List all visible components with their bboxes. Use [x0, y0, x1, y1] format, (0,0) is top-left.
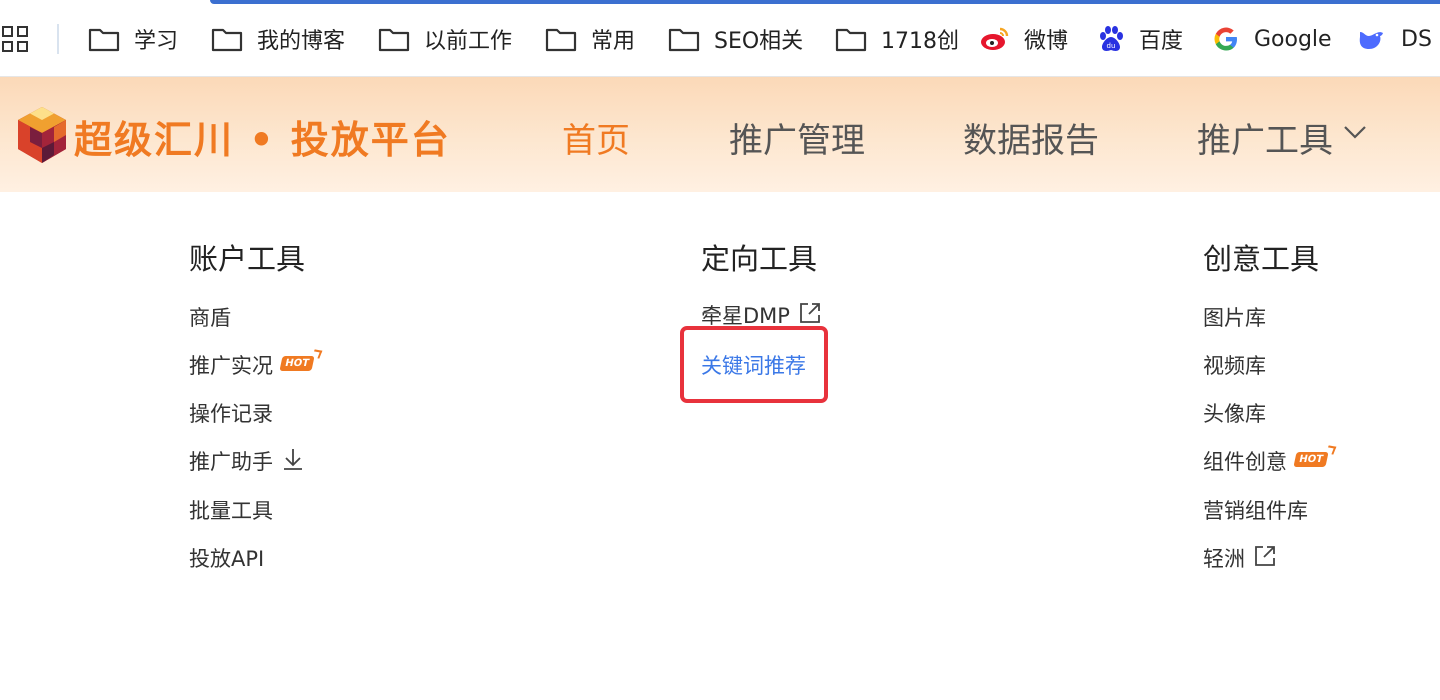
folder-icon [211, 28, 243, 52]
menu-item-label: 图片库 [1203, 306, 1266, 330]
deepseek-icon [1359, 32, 1383, 49]
bookmark-label: 学习 [134, 29, 179, 54]
menu-item-video-library[interactable]: 视频库 [1203, 350, 1266, 380]
menu-item-label: 操作记录 [189, 402, 273, 426]
bookmark-folder[interactable]: 常用 [545, 22, 635, 56]
nav-promotion-management[interactable]: 推广管理 [729, 113, 865, 162]
menu-item-operation-log[interactable]: 操作记录 [189, 398, 273, 428]
brand-title[interactable]: 超级汇川 • 投放平台 [74, 109, 451, 164]
chevron-down-icon[interactable] [1342, 124, 1368, 144]
menu-item-label: 视频库 [1203, 354, 1266, 378]
baidu-icon: du [1100, 26, 1123, 51]
bookmark-baidu[interactable]: du 百度 [1097, 22, 1183, 56]
menu-item-api[interactable]: 投放API [189, 543, 264, 573]
hot-badge: HOT [279, 355, 315, 371]
bookmark-label: 百度 [1139, 29, 1184, 54]
menu-item-component-creative[interactable]: 组件创意 HOT [1203, 446, 1329, 476]
bookmarks-separator [57, 24, 59, 54]
bookmark-folder[interactable]: 我的博客 [211, 22, 345, 56]
nav-promotion-tools[interactable]: 推广工具 [1197, 113, 1333, 162]
bookmark-folder[interactable]: 学习 [88, 22, 178, 56]
menu-item-live-promotion[interactable]: 推广实况 HOT [189, 350, 315, 380]
apps-grid-icon[interactable] [2, 26, 30, 58]
logo-icon[interactable] [14, 105, 70, 169]
folder-icon [545, 28, 577, 52]
weibo-icon [981, 27, 1009, 50]
top-header: 超级汇川 • 投放平台 首页 推广管理 数据报告 推广工具 [0, 77, 1440, 192]
folder-icon [378, 28, 410, 52]
bookmark-label: DS [1401, 26, 1432, 52]
nav-data-report[interactable]: 数据报告 [963, 113, 1099, 162]
menu-item-label: 投放API [189, 547, 265, 571]
bookmark-label: SEO相关 [714, 29, 804, 54]
menu-item-label: 推广实况 [189, 354, 273, 378]
folder-icon [88, 28, 120, 52]
bookmark-label: 微博 [1024, 29, 1069, 54]
menu-item-avatar-library[interactable]: 头像库 [1203, 398, 1266, 428]
menu-item-marketing-components[interactable]: 营销组件库 [1203, 495, 1308, 525]
bookmarks-bar: 学习 我的博客 以前工作 常用 SEO相关 1718创 微博 du 百度 Goo… [0, 0, 1440, 77]
google-icon [1214, 27, 1237, 51]
bookmark-folder[interactable]: 以前工作 [378, 22, 512, 56]
bookmark-deepseek[interactable]: DS [1357, 22, 1432, 56]
menu-item-label: 推广助手 [189, 450, 273, 474]
nav-home[interactable]: 首页 [562, 113, 630, 162]
download-icon [281, 447, 305, 476]
bookmark-google[interactable]: Google [1212, 22, 1332, 56]
menu-item-label: 头像库 [1203, 402, 1266, 426]
menu-item-label: 商盾 [189, 306, 231, 330]
menu-item-image-library[interactable]: 图片库 [1203, 302, 1266, 332]
menu-item-promotion-assistant[interactable]: 推广助手 [189, 446, 305, 476]
bookmark-label: 1718创 [881, 29, 959, 54]
active-tab-indicator [210, 0, 1440, 4]
bookmark-label: Google [1254, 26, 1332, 52]
bookmark-weibo[interactable]: 微博 [980, 22, 1068, 56]
menu-item-qingzhou[interactable]: 轻洲 [1203, 543, 1277, 573]
menu-item-batch-tools[interactable]: 批量工具 [189, 495, 273, 525]
account-tools-title: 账户工具 [189, 242, 306, 276]
bookmark-label: 我的博客 [257, 29, 346, 54]
creative-tools-title: 创意工具 [1203, 242, 1320, 276]
external-link-icon [1253, 544, 1277, 573]
menu-item-label: 营销组件库 [1203, 499, 1308, 523]
highlight-box [680, 326, 828, 403]
menu-item-label: 组件创意 [1203, 450, 1287, 474]
folder-icon [835, 28, 867, 52]
bookmark-folder[interactable]: 1718创 [835, 22, 959, 56]
folder-icon [668, 28, 700, 52]
menu-item-label: 批量工具 [189, 499, 273, 523]
hot-badge: HOT [1293, 451, 1329, 467]
menu-item-label: 轻洲 [1203, 547, 1245, 571]
bookmark-label: 常用 [591, 29, 636, 54]
svg-text:du: du [1107, 42, 1116, 50]
bookmark-folder[interactable]: SEO相关 [668, 22, 803, 56]
targeting-tools-title: 定向工具 [701, 242, 818, 276]
menu-item-shangdun[interactable]: 商盾 [189, 302, 231, 332]
bookmark-label: 以前工作 [424, 29, 513, 54]
